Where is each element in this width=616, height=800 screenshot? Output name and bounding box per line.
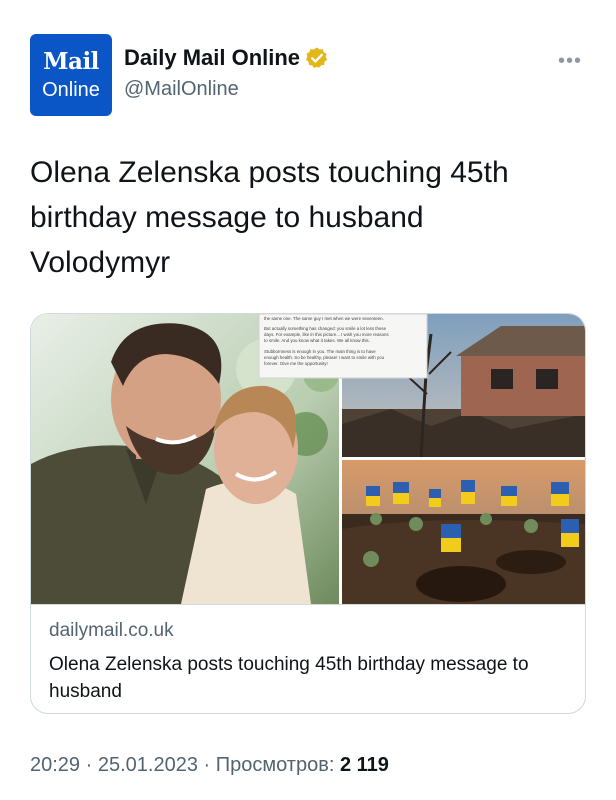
quote-line-6: enough health. So be healthy, please! I … <box>264 355 385 360</box>
card-domain: dailymail.co.uk <box>49 620 174 641</box>
tweet-time[interactable]: 20:29 <box>30 754 80 776</box>
views-label: Просмотров: <box>215 754 335 776</box>
meta-separator: · <box>197 754 216 776</box>
views-count[interactable]: 2 119 <box>340 754 389 776</box>
quote-line-7: forever. Give me the opportunity! <box>264 361 328 366</box>
quote-line-2: But actually something has changed: you … <box>264 326 387 331</box>
card-title: Olena Zelenska posts touching 45th birth… <box>49 654 529 702</box>
tweet-meta: 20:29 · 25.01.2023 · Просмотров: 2 119 <box>30 754 389 777</box>
avatar-logo-line1: Mail <box>43 48 99 75</box>
tweet-header: Mail Online Daily Mail Online @MailOnlin… <box>30 34 586 116</box>
quote-screenshot: the same one. The same guy I met when we… <box>258 314 428 379</box>
author-info: Daily Mail Online @MailOnline <box>124 44 329 101</box>
tweet-text: Olena Zelenska posts touching 45th birth… <box>30 156 509 279</box>
cemetery-flags-photo <box>342 460 585 604</box>
quote-line-3: days. For example, like in this picture.… <box>264 332 390 337</box>
tweet-date[interactable]: 25.01.2023 <box>98 754 198 776</box>
quote-line-4: to smile. And you know what it takes. We… <box>264 338 370 343</box>
avatar[interactable]: Mail Online <box>30 34 112 116</box>
display-name[interactable]: Daily Mail Online <box>124 45 300 71</box>
quote-line-5: Stubbornness is enough in you. The main … <box>264 349 376 354</box>
handle[interactable]: @MailOnline <box>124 78 329 101</box>
name-row: Daily Mail Online <box>124 44 329 72</box>
meta-separator: · <box>80 754 98 776</box>
verified-badge-icon <box>306 47 328 68</box>
card-image[interactable]: the same one. The same guy I met when we… <box>31 314 585 605</box>
more-icon[interactable]: ••• <box>558 50 582 73</box>
quote-line-1: the same one. The same guy I met when we… <box>264 316 384 321</box>
avatar-logo-line2: Online <box>42 79 100 101</box>
link-card[interactable]: the same one. The same guy I met when we… <box>30 313 586 714</box>
